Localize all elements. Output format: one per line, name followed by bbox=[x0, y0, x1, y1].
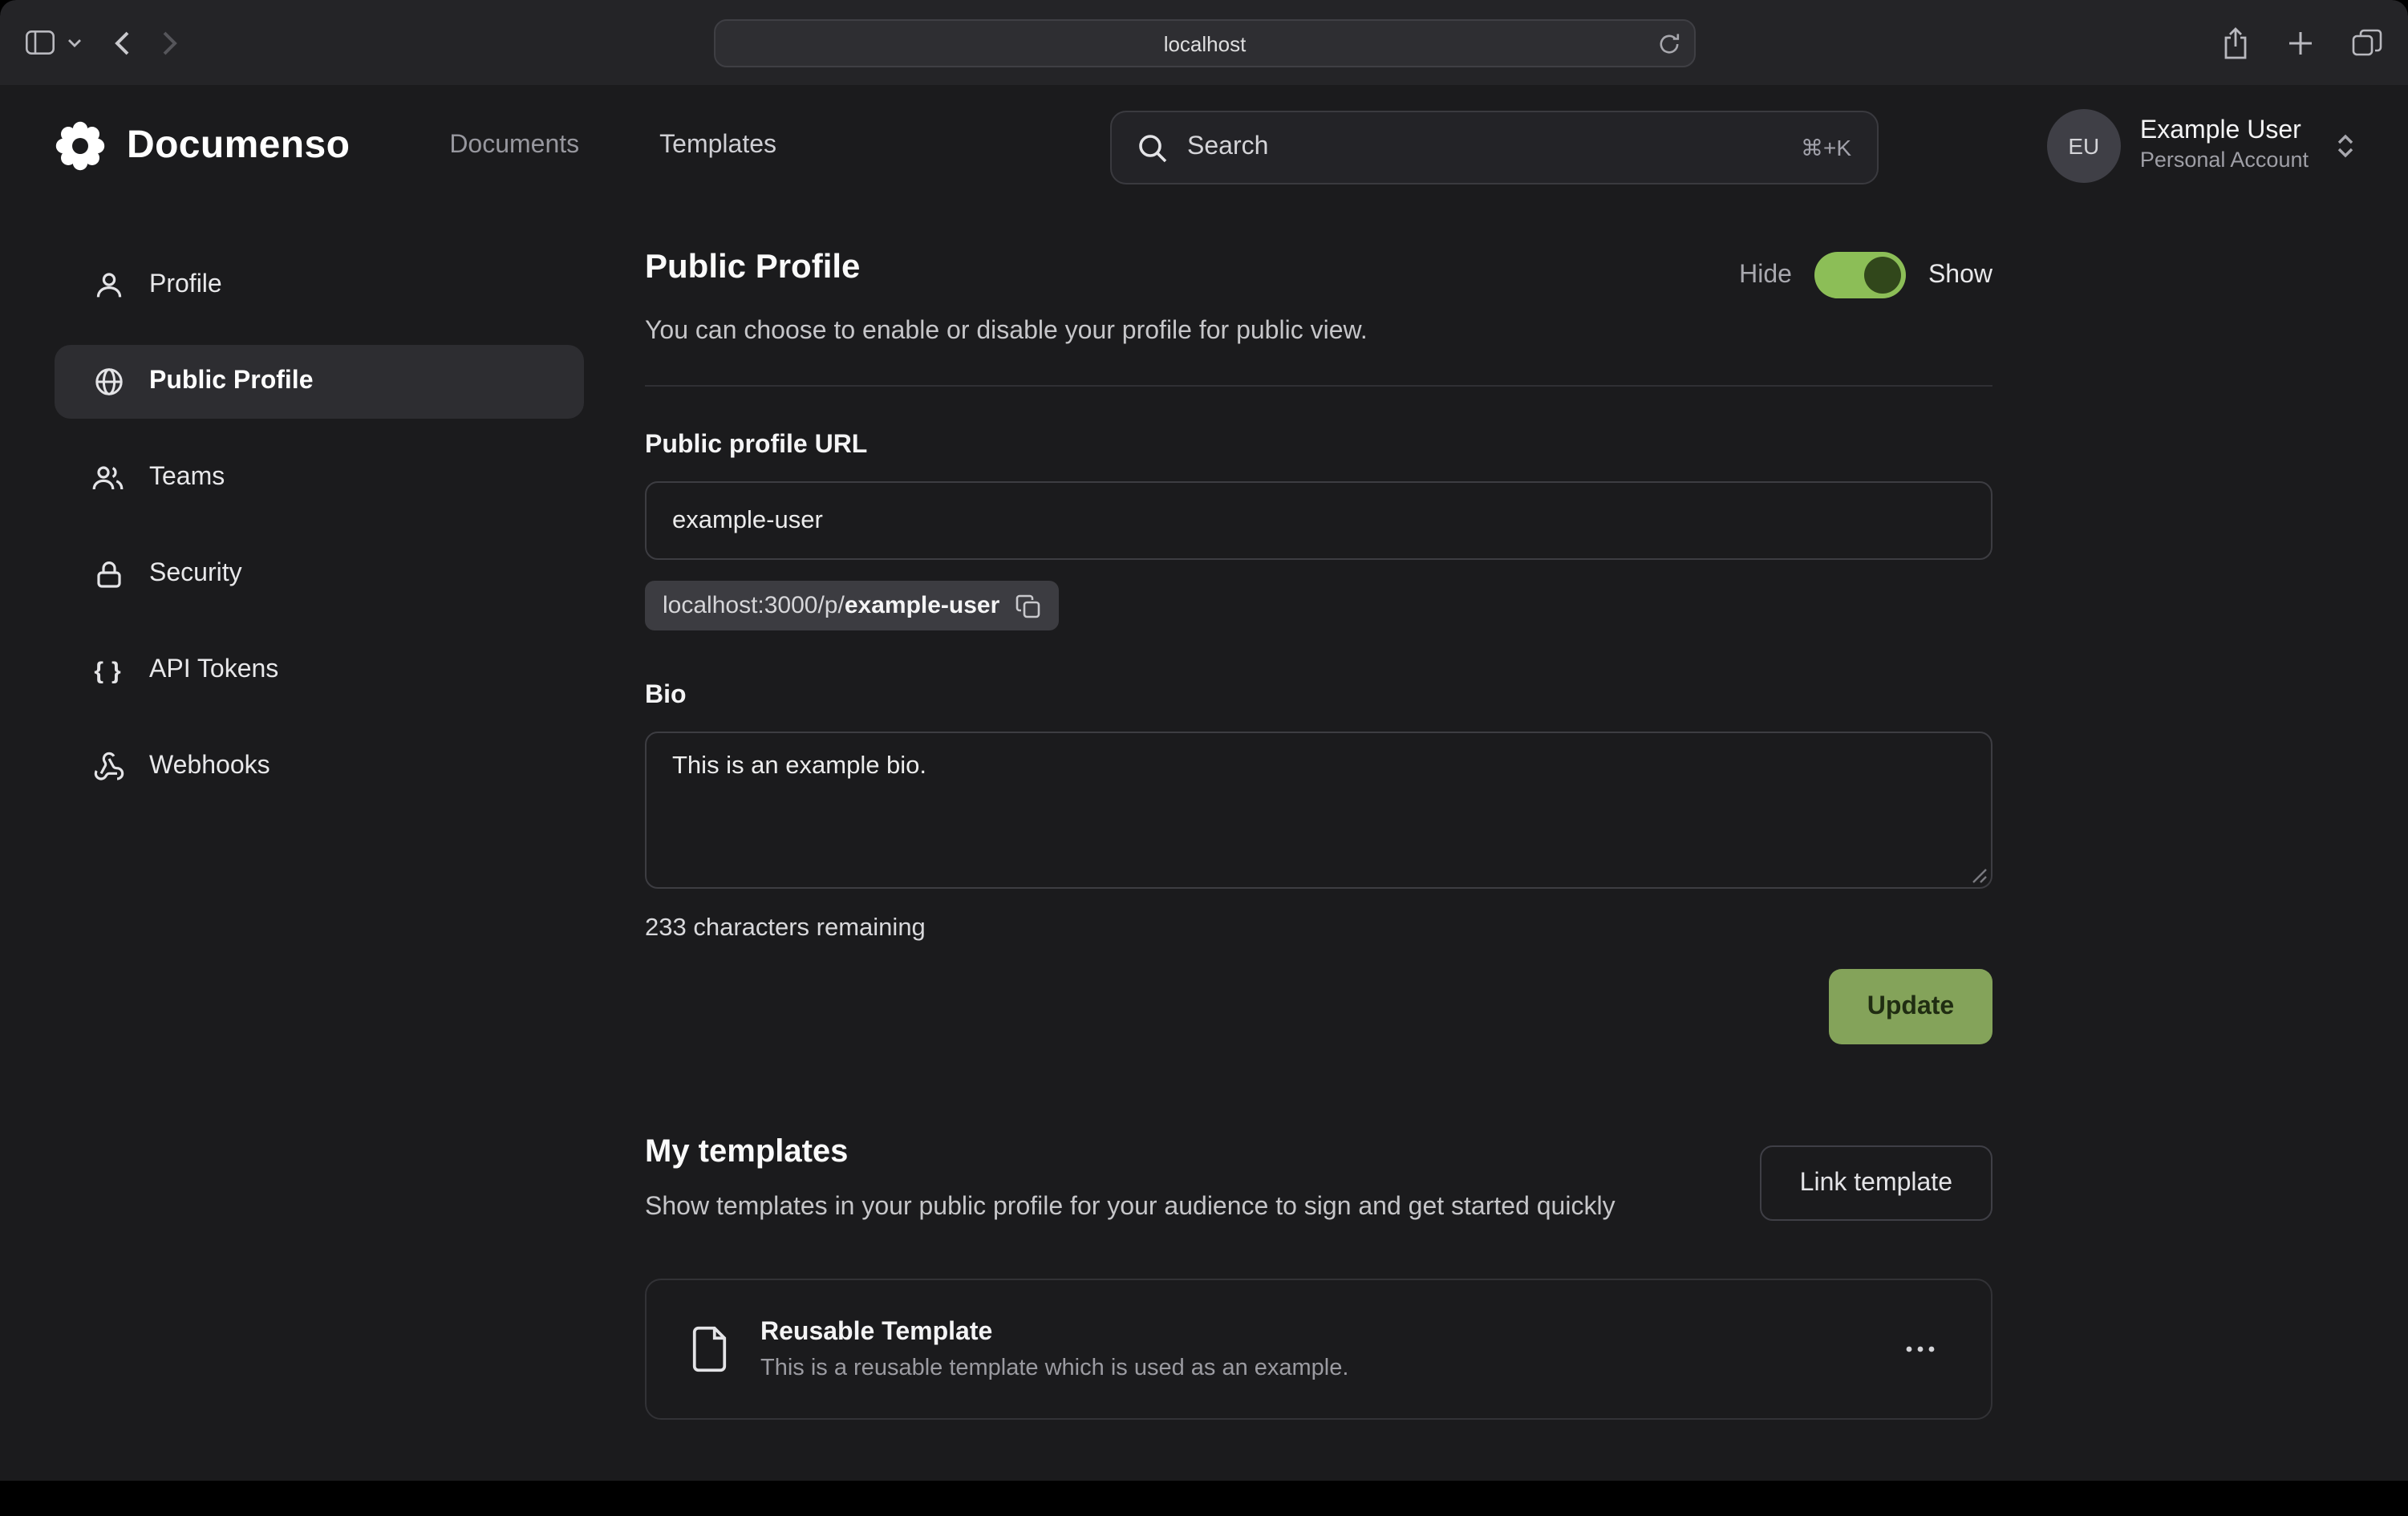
sidebar-item-profile[interactable]: Profile bbox=[55, 249, 584, 322]
bio-textarea[interactable]: This is an example bio. bbox=[645, 732, 1992, 889]
toolbar-chevron-down-icon[interactable] bbox=[67, 38, 82, 47]
toggle-knob bbox=[1864, 257, 1901, 294]
visibility-toggle[interactable] bbox=[1814, 252, 1906, 298]
app-header: Documenso Documents Templates ⌘+K EU bbox=[0, 85, 2408, 205]
main-nav: Documents Templates bbox=[449, 131, 776, 160]
sidebar-item-label: Webhooks bbox=[149, 752, 270, 781]
settings-sidebar: Profile Public Profile Teams bbox=[51, 205, 645, 1481]
app-root: Documenso Documents Templates ⌘+K EU bbox=[0, 85, 2408, 1498]
window-bottom-strip bbox=[0, 1481, 2408, 1498]
chevrons-up-down-icon bbox=[2334, 131, 2357, 160]
sidebar-item-label: Public Profile bbox=[149, 367, 314, 396]
template-card[interactable]: Reusable Template This is a reusable tem… bbox=[645, 1279, 1992, 1421]
profile-url-preview[interactable]: localhost:3000/p/example-user bbox=[645, 581, 1059, 630]
my-templates-title: My templates bbox=[645, 1134, 1615, 1171]
sidebar-item-public-profile[interactable]: Public Profile bbox=[55, 345, 584, 419]
search-shortcut: ⌘+K bbox=[1801, 134, 1851, 161]
sidebar-item-security[interactable]: Security bbox=[55, 537, 584, 611]
characters-remaining: 233 characters remaining bbox=[645, 914, 1992, 943]
search-bar[interactable]: ⌘+K bbox=[1110, 111, 1879, 184]
sidebar-item-label: Teams bbox=[149, 464, 225, 492]
braces-icon: { } bbox=[91, 654, 125, 687]
page-title: Public Profile bbox=[645, 249, 860, 287]
account-type: Personal Account bbox=[2140, 148, 2309, 175]
sidebar-item-label: Profile bbox=[149, 271, 222, 300]
profile-url-input[interactable] bbox=[645, 481, 1992, 560]
sidebar-item-label: API Tokens bbox=[149, 656, 278, 685]
hide-label: Hide bbox=[1739, 261, 1792, 290]
users-icon bbox=[91, 461, 125, 495]
brand-name: Documenso bbox=[127, 123, 350, 168]
file-icon bbox=[691, 1326, 732, 1374]
sidebar-toggle-icon[interactable] bbox=[26, 30, 55, 55]
new-tab-icon[interactable] bbox=[2288, 30, 2313, 55]
divider bbox=[645, 385, 1992, 387]
sidebar-item-label: Security bbox=[149, 560, 242, 589]
bio-field-label: Bio bbox=[645, 682, 1992, 711]
nav-documents[interactable]: Documents bbox=[449, 131, 579, 160]
browser-window: localhost bbox=[0, 0, 2408, 1516]
sidebar-item-teams[interactable]: Teams bbox=[55, 441, 584, 515]
tabs-overview-icon[interactable] bbox=[2352, 29, 2382, 56]
avatar: EU bbox=[2047, 108, 2121, 182]
user-icon bbox=[91, 269, 125, 302]
address-bar-url: localhost bbox=[1164, 31, 1247, 55]
forward-button-icon[interactable] bbox=[162, 30, 178, 55]
brand[interactable]: Documenso bbox=[51, 116, 350, 174]
template-description: This is a reusable template which is use… bbox=[760, 1356, 1348, 1381]
sidebar-item-webhooks[interactable]: Webhooks bbox=[55, 730, 584, 804]
page-subtitle: You can choose to enable or disable your… bbox=[645, 318, 1992, 347]
my-templates-description: Show templates in your public profile fo… bbox=[645, 1190, 1615, 1226]
copy-icon[interactable] bbox=[1015, 593, 1041, 618]
account-name: Example User bbox=[2140, 116, 2309, 148]
url-preview-text: localhost:3000/p/example-user bbox=[663, 592, 999, 619]
address-bar[interactable]: localhost bbox=[714, 19, 1696, 67]
public-profile-settings: Public Profile Hide Show You can choose … bbox=[645, 205, 1992, 1481]
share-icon[interactable] bbox=[2222, 26, 2249, 59]
account-menu[interactable]: EU Example User Personal Account bbox=[2047, 108, 2357, 182]
template-name: Reusable Template bbox=[760, 1319, 1348, 1348]
globe-icon bbox=[91, 365, 125, 399]
webhook-icon bbox=[91, 750, 125, 784]
show-label: Show bbox=[1928, 261, 1992, 290]
nav-templates[interactable]: Templates bbox=[659, 131, 776, 160]
browser-toolbar: localhost bbox=[0, 0, 2408, 85]
search-icon bbox=[1137, 132, 1168, 163]
back-button-icon[interactable] bbox=[114, 30, 130, 55]
sidebar-item-api-tokens[interactable]: { } API Tokens bbox=[55, 634, 584, 707]
more-options-icon[interactable] bbox=[1895, 1336, 1946, 1364]
reload-icon[interactable] bbox=[1657, 32, 1681, 56]
url-field-label: Public profile URL bbox=[645, 432, 1992, 460]
link-template-button[interactable]: Link template bbox=[1760, 1145, 1992, 1221]
documenso-logo-icon bbox=[51, 116, 109, 174]
search-input[interactable] bbox=[1187, 133, 1782, 162]
lock-icon bbox=[91, 557, 125, 591]
update-button[interactable]: Update bbox=[1829, 969, 1992, 1044]
